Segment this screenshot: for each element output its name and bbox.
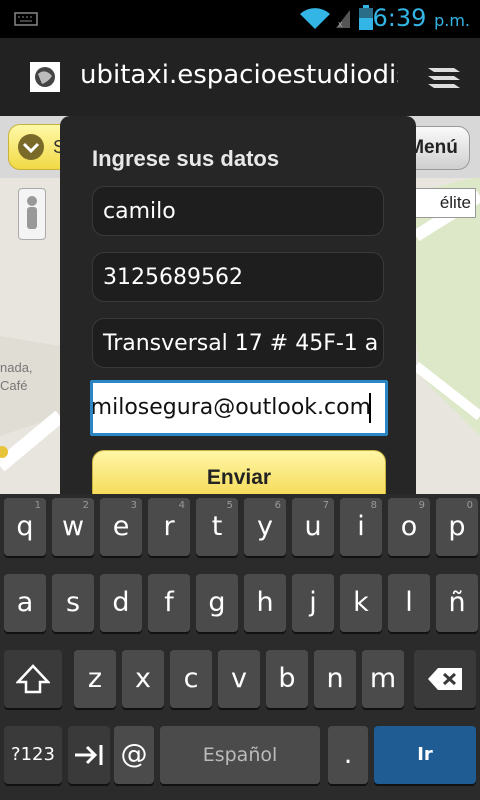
key-hint: 9 <box>418 500 425 511</box>
key-hint: 2 <box>82 500 89 511</box>
key-f[interactable]: f <box>148 574 190 632</box>
period-key[interactable]: . <box>328 726 368 784</box>
space-key[interactable]: Español <box>160 726 320 784</box>
wifi-icon <box>300 8 330 29</box>
key-m[interactable]: m <box>362 650 404 708</box>
key-g[interactable]: g <box>196 574 238 632</box>
key-v[interactable]: v <box>218 650 260 708</box>
key-h[interactable]: h <box>244 574 286 632</box>
tab-arrow-icon <box>75 745 103 765</box>
backspace-icon <box>428 668 462 690</box>
dialog-title: Ingrese sus datos <box>92 146 280 171</box>
site-favicon-icon <box>30 62 60 92</box>
key-i[interactable]: i8 <box>340 498 382 556</box>
street-view-pegman[interactable] <box>18 188 46 240</box>
symbols-key[interactable]: ?123 <box>4 726 62 784</box>
email-field[interactable]: camilosegura@outlook.com <box>90 380 388 436</box>
map-label: Café <box>0 378 28 393</box>
address-field[interactable]: Transversal 17 # 45F-1 a <box>92 318 384 368</box>
data-entry-dialog: Ingrese sus datos camilo 3125689562 Tran… <box>60 116 416 506</box>
key-z[interactable]: z <box>74 650 116 708</box>
map-label: nada, <box>0 360 33 375</box>
text-caret <box>369 393 371 423</box>
key-l[interactable]: l <box>388 574 430 632</box>
name-field[interactable]: camilo <box>92 186 384 236</box>
status-bar: x 6:39 p.m. <box>0 0 480 38</box>
key-b[interactable]: b <box>266 650 308 708</box>
soft-keyboard: q1w2e3r4t5y6u7i8o9p0 asdfghjklñ zxcvbnm … <box>0 494 480 800</box>
key-hint: 5 <box>226 500 233 511</box>
clock: 6:39 p.m. <box>372 4 470 32</box>
key-t[interactable]: t5 <box>196 498 238 556</box>
key-s[interactable]: s <box>52 574 94 632</box>
go-key[interactable]: Ir <box>374 726 476 784</box>
browser-toolbar: ubitaxi.espacioestudiodise <box>0 38 480 116</box>
key-k[interactable]: k <box>340 574 382 632</box>
key-hint: 0 <box>466 500 473 511</box>
key-o[interactable]: o9 <box>388 498 430 556</box>
key-hint: 8 <box>370 500 377 511</box>
key-hint: 3 <box>130 500 137 511</box>
at-key[interactable]: @ <box>114 726 154 784</box>
backspace-key[interactable] <box>414 650 476 708</box>
satellite-toggle[interactable]: élite <box>408 188 476 218</box>
key-hint: 7 <box>322 500 329 511</box>
key-w[interactable]: w2 <box>52 498 94 556</box>
chevron-down-icon <box>18 134 44 160</box>
key-a[interactable]: a <box>4 574 46 632</box>
key-e[interactable]: e3 <box>100 498 142 556</box>
key-hint: 4 <box>178 500 185 511</box>
key-y[interactable]: y6 <box>244 498 286 556</box>
key-x[interactable]: x <box>122 650 164 708</box>
signal-icon: x <box>336 10 350 29</box>
key-hint: 6 <box>274 500 281 511</box>
key-c[interactable]: c <box>170 650 212 708</box>
key-p[interactable]: p0 <box>436 498 478 556</box>
email-value: camilosegura@outlook.com <box>90 395 371 420</box>
key-n[interactable]: n <box>314 650 356 708</box>
key-u[interactable]: u7 <box>292 498 334 556</box>
shift-arrow-icon <box>15 664 51 694</box>
svg-text:x: x <box>338 19 343 29</box>
key-q[interactable]: q1 <box>4 498 46 556</box>
key-d[interactable]: d <box>100 574 142 632</box>
key-r[interactable]: r4 <box>148 498 190 556</box>
key-ñ[interactable]: ñ <box>436 574 478 632</box>
key-j[interactable]: j <box>292 574 334 632</box>
tab-key[interactable] <box>68 726 110 784</box>
tabs-stack-icon[interactable] <box>426 64 462 94</box>
phone-field[interactable]: 3125689562 <box>92 252 384 302</box>
key-hint: 1 <box>34 500 41 511</box>
person-icon <box>27 196 37 229</box>
shift-key[interactable] <box>4 650 62 708</box>
keyboard-icon <box>14 12 38 26</box>
url-bar[interactable]: ubitaxi.espacioestudiodise <box>80 60 398 94</box>
